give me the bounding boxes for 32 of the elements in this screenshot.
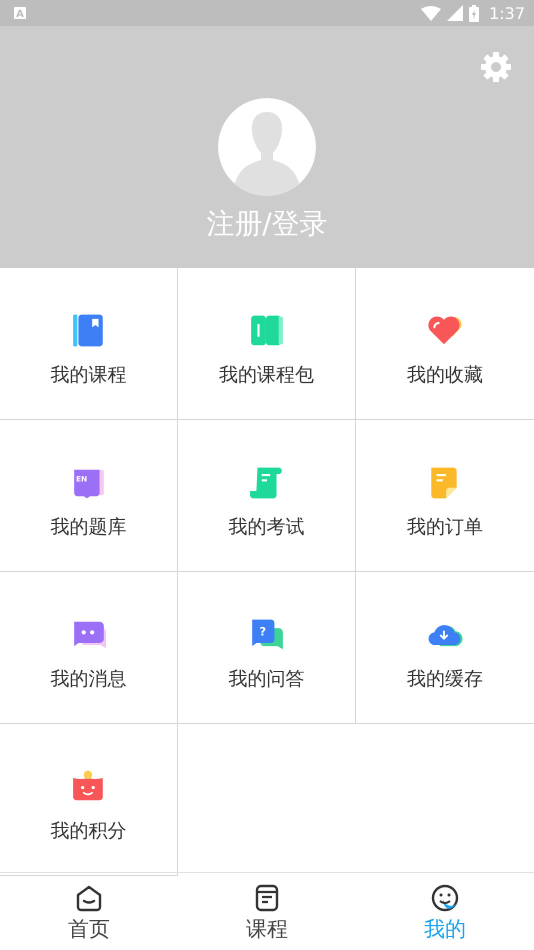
menu-item[interactable]: 我的课程包 — [178, 268, 356, 420]
menu-item[interactable]: 我的消息 — [0, 572, 178, 724]
menu-label: 我的题库 — [50, 515, 126, 539]
menu-item[interactable]: 我的缓存 — [356, 572, 534, 724]
menu-item[interactable]: 我的课程 — [0, 268, 178, 420]
signal-icon — [447, 5, 464, 21]
nav-tab[interactable]: 首页 — [0, 873, 178, 950]
menu-label: 我的缓存 — [407, 667, 483, 691]
avatar-icon[interactable] — [218, 98, 316, 196]
notification-icon: A — [14, 7, 26, 19]
menu-item[interactable]: 我的订单 — [356, 420, 534, 572]
menu-label: 我的考试 — [228, 515, 304, 539]
settings-icon[interactable] — [480, 51, 512, 83]
clock-time: 1:37 — [489, 4, 525, 22]
menu-label: 我的消息 — [50, 667, 126, 691]
menu-item[interactable]: ? 我的问答 — [178, 572, 356, 724]
menu-item[interactable]: 我的考试 — [178, 420, 356, 572]
menu-label: 我的问答 — [228, 667, 304, 691]
nav-tab[interactable]: 课程 — [178, 873, 356, 950]
menu-label: 我的积分 — [50, 819, 126, 843]
scroll-icon — [248, 465, 284, 501]
menu-label: 我的订单 — [407, 515, 483, 539]
menu-item[interactable]: 我的收藏 — [356, 268, 534, 420]
document-icon — [253, 883, 281, 913]
battery-icon — [469, 4, 480, 22]
menu-label: 我的课程 — [50, 363, 126, 387]
home-icon — [75, 883, 103, 913]
menu-label: 我的课程包 — [219, 363, 314, 387]
smiley-icon — [431, 883, 459, 913]
menu-label: 我的收藏 — [407, 363, 483, 387]
menu-item[interactable]: 我的积分 — [0, 724, 178, 876]
wifi-icon — [421, 6, 442, 20]
